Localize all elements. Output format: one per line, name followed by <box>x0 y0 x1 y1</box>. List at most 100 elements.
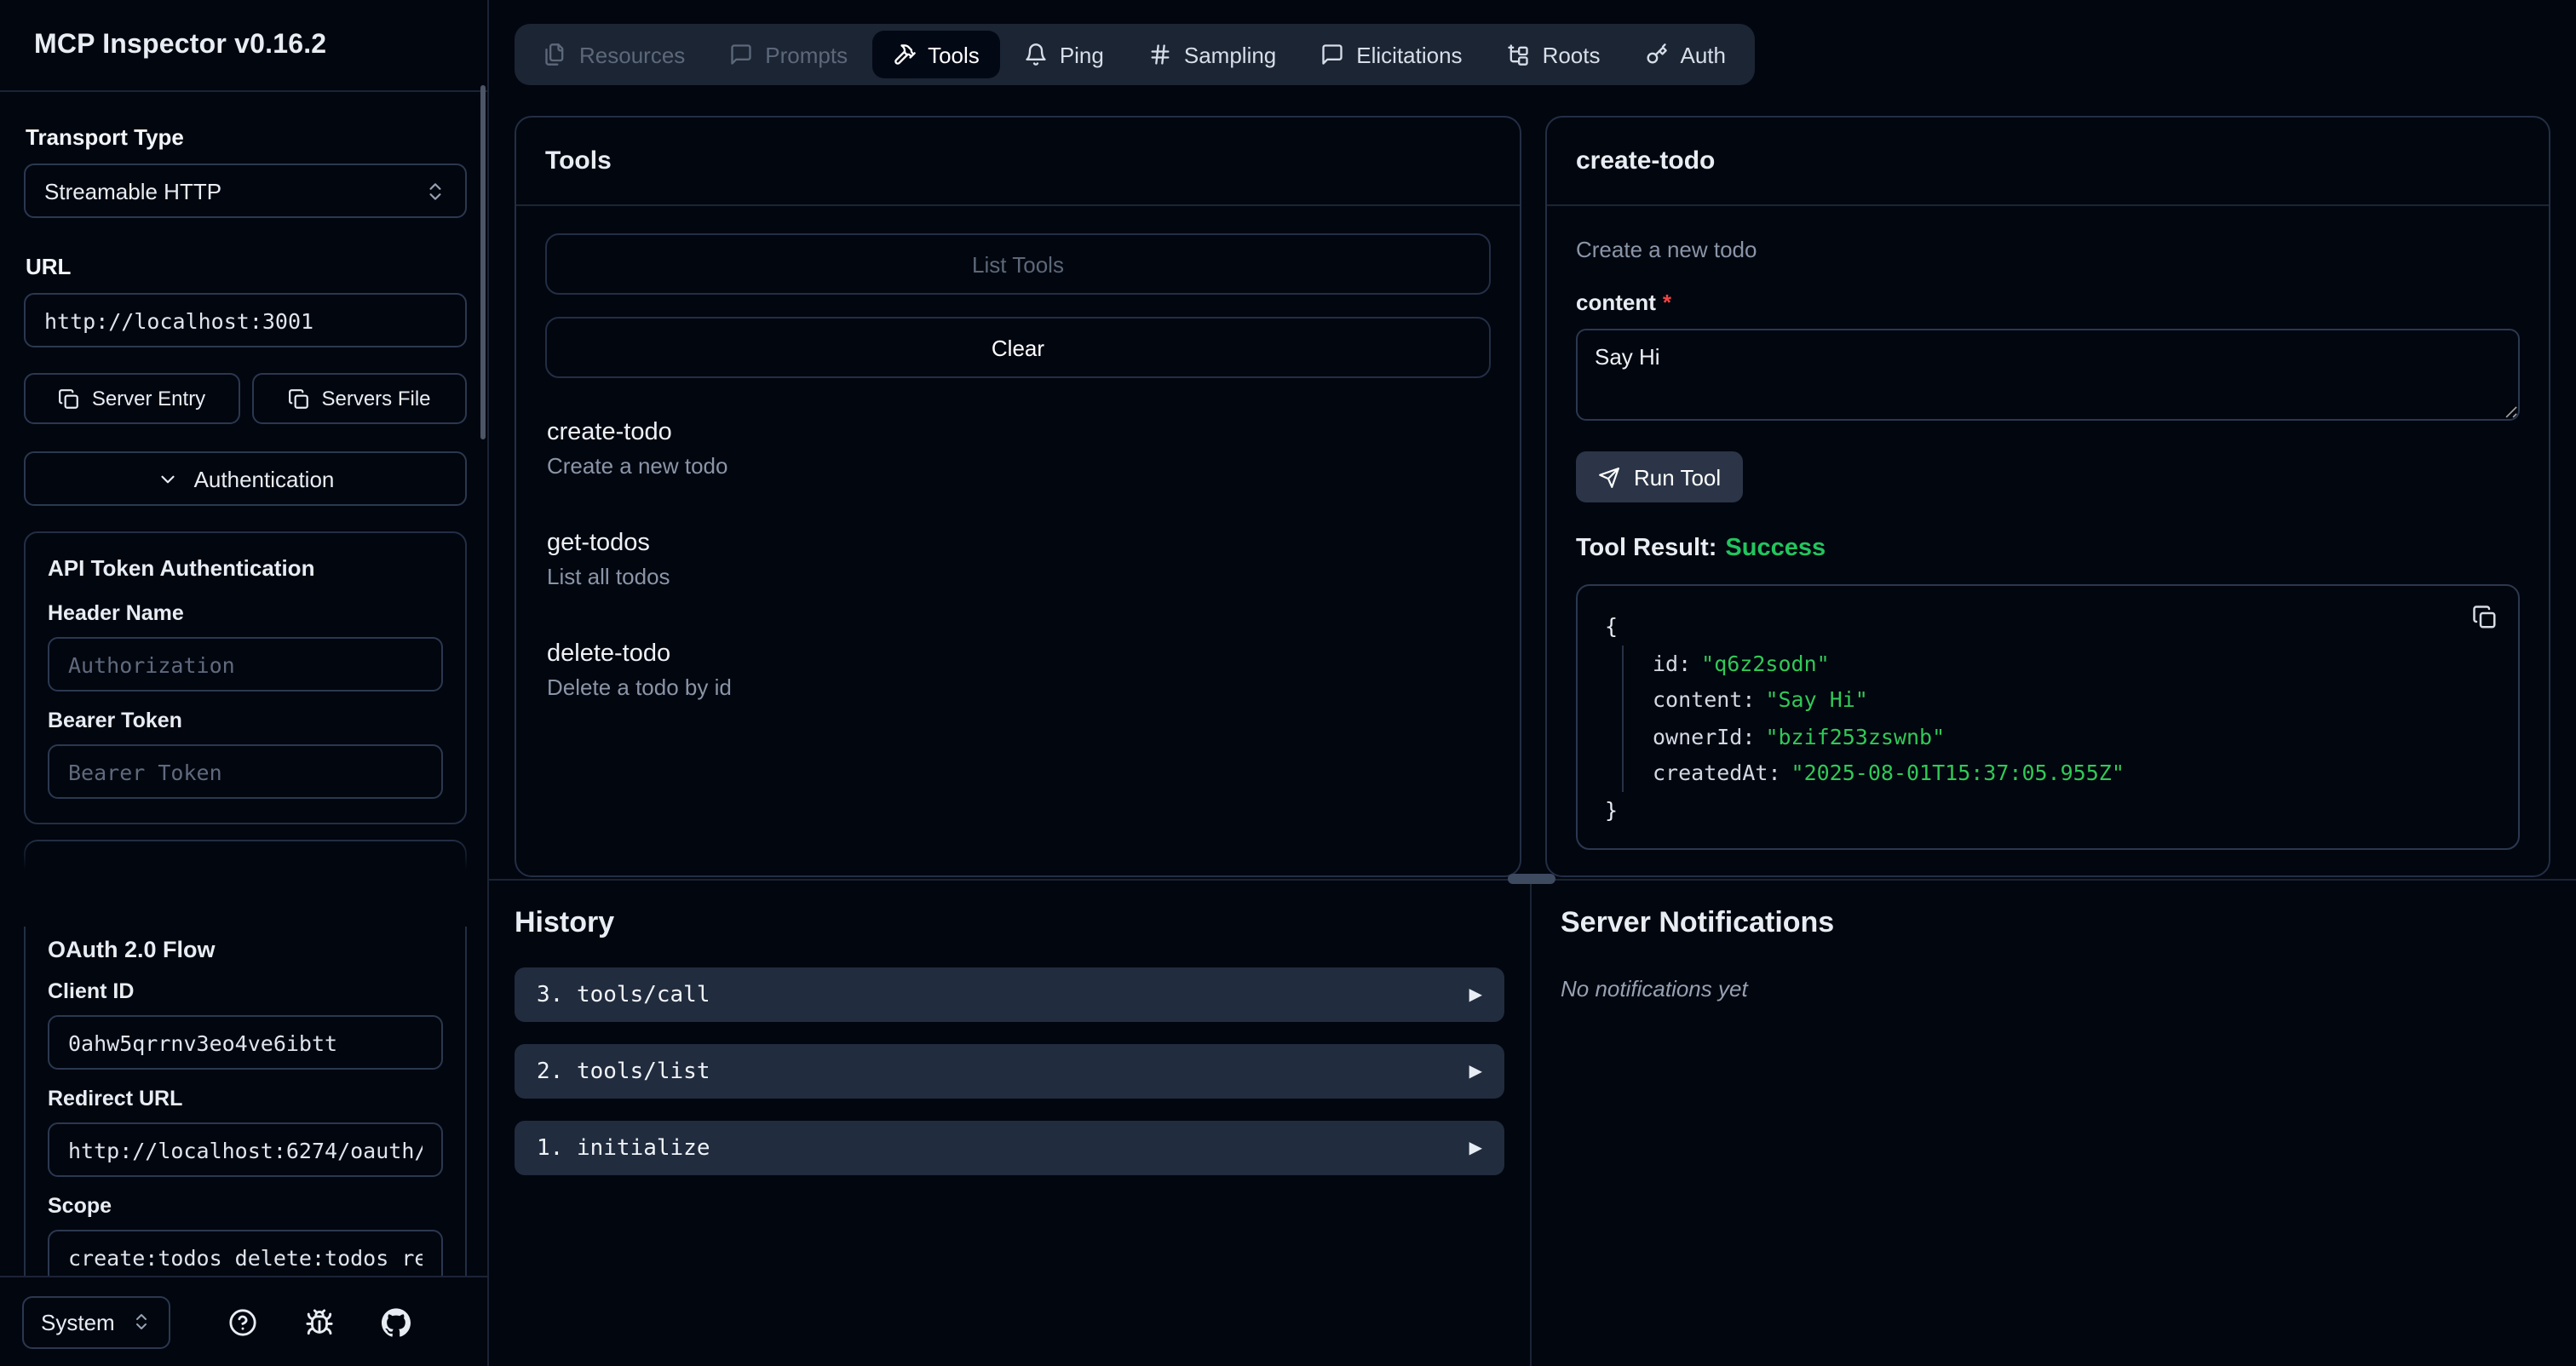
transport-type-value: Streamable HTTP <box>44 178 221 204</box>
header-name-input[interactable] <box>68 651 423 677</box>
tool-name: delete-todo <box>547 640 1489 668</box>
json-row: createdAt:"2025-08-01T15:37:05.955Z" <box>1653 755 2491 791</box>
mcp-inspector-app: MCP Inspector v0.16.2 Transport Type Str… <box>0 0 2576 1366</box>
list-tools-button[interactable]: List Tools <box>545 233 1491 295</box>
scope-label: Scope <box>48 1194 443 1218</box>
servers-file-button[interactable]: Servers File <box>251 373 467 424</box>
redirect-url-input[interactable] <box>68 1137 423 1162</box>
tab-sampling[interactable]: Sampling <box>1128 31 1297 78</box>
sidebar-body: Transport Type Streamable HTTP URL Serve… <box>0 92 487 1276</box>
tabbar-row: Resources Prompts Tools Ping Sampling <box>489 0 2576 85</box>
github-button[interactable] <box>382 1307 411 1336</box>
tab-resources[interactable]: Resources <box>523 31 705 78</box>
message-square-icon <box>1320 43 1344 66</box>
json-key: content: <box>1653 686 1755 712</box>
json-key: id: <box>1653 650 1691 675</box>
notifications-empty-message: No notifications yet <box>1561 976 2576 1002</box>
tool-detail-description: Create a new todo <box>1576 237 2520 262</box>
tool-list-item-delete-todo[interactable]: delete-todo Delete a todo by id <box>545 630 1491 741</box>
tab-prompts[interactable]: Prompts <box>709 31 868 78</box>
json-value: "bzif253zswnb" <box>1765 723 1945 749</box>
server-entry-button[interactable]: Server Entry <box>24 373 239 424</box>
copy-icon <box>287 387 309 410</box>
key-icon <box>1645 43 1669 66</box>
tab-roots[interactable]: Roots <box>1486 31 1621 78</box>
theme-select-value: System <box>41 1309 115 1334</box>
api-token-auth-card: API Token Authentication Header Name Bea… <box>24 531 467 824</box>
tab-label: Roots <box>1543 42 1601 67</box>
tab-ping[interactable]: Ping <box>1003 31 1124 78</box>
history-row-tools-call[interactable]: 3. tools/call ▶ <box>515 967 1504 1022</box>
tool-detail-panel: create-todo Create a new todo content* S… <box>1545 116 2550 877</box>
json-value: "Say Hi" <box>1765 686 1867 712</box>
client-id-input[interactable] <box>68 1030 423 1055</box>
oauth-flow-card: OAuth 2.0 Flow Client ID Redirect URL Sc… <box>24 927 467 1276</box>
history-row-tools-list[interactable]: 2. tools/list ▶ <box>515 1044 1504 1099</box>
report-bug-button[interactable] <box>306 1307 335 1336</box>
horizontal-splitter <box>489 879 2576 881</box>
copy-buttons-row: Server Entry Servers File <box>24 373 467 424</box>
tab-auth[interactable]: Auth <box>1624 31 1747 78</box>
run-tool-button[interactable]: Run Tool <box>1576 451 1743 502</box>
tool-result-status: Success <box>1725 535 1826 562</box>
tab-elicitations[interactable]: Elicitations <box>1300 31 1482 78</box>
history-panel: History 3. tools/call ▶ 2. tools/list ▶ … <box>489 881 1532 1366</box>
chevron-down-icon <box>157 468 179 490</box>
tools-panel-body: List Tools Clear create-todo Create a ne… <box>516 206 1520 875</box>
json-value: "q6z2sodn" <box>1701 650 1830 675</box>
tool-name: get-todos <box>547 530 1489 557</box>
tool-list-item-get-todos[interactable]: get-todos List all todos <box>545 519 1491 630</box>
expand-arrow-icon: ▶ <box>1469 1139 1482 1157</box>
json-row: content: "Say Hi" <box>1653 681 2491 718</box>
tool-list-item-create-todo[interactable]: create-todo Create a new todo <box>545 409 1491 519</box>
bearer-token-field-wrap <box>48 744 443 799</box>
theme-select[interactable]: System <box>22 1295 171 1348</box>
app-title: MCP Inspector v0.16.2 <box>34 30 326 60</box>
message-square-icon <box>729 43 753 66</box>
client-id-field-wrap <box>48 1015 443 1070</box>
content-textarea[interactable]: Say Hi <box>1576 329 2520 421</box>
transport-type-select[interactable]: Streamable HTTP <box>24 164 467 218</box>
tool-detail-body: Create a new todo content* Say Hi Run To… <box>1547 206 2549 875</box>
json-rows: id: "q6z2sodn" content: "Say Hi" ownerId: "… <box>1622 645 2491 791</box>
json-key: ownerId: <box>1653 723 1755 749</box>
content-field-label: content* <box>1576 290 2520 315</box>
json-close-brace: } <box>1605 791 2491 828</box>
json-key: createdAt: <box>1653 760 1781 785</box>
send-icon <box>1598 466 1620 488</box>
url-label: URL <box>26 254 467 279</box>
tab-label: Auth <box>1681 42 1727 67</box>
footer-icons <box>229 1307 411 1336</box>
api-token-auth-title: API Token Authentication <box>48 555 443 581</box>
tool-detail-title: create-todo <box>1547 118 2549 206</box>
help-circle-icon <box>229 1307 258 1336</box>
scope-input[interactable] <box>68 1244 423 1270</box>
help-button[interactable] <box>229 1307 258 1336</box>
tool-description: Delete a todo by id <box>547 674 1489 700</box>
top-panes: Tools List Tools Clear create-todo Creat… <box>489 85 2576 879</box>
tab-label: Prompts <box>765 42 848 67</box>
authentication-toggle[interactable]: Authentication <box>24 451 467 506</box>
tab-label: Ping <box>1060 42 1104 67</box>
run-tool-label: Run Tool <box>1634 464 1721 490</box>
tab-label: Tools <box>928 42 980 67</box>
tab-tools[interactable]: Tools <box>871 31 1000 78</box>
transport-type-label: Transport Type <box>26 124 467 150</box>
sidebar-footer: System <box>0 1276 487 1366</box>
json-row: ownerId: "bzif253zswnb" <box>1653 718 2491 755</box>
history-row-label: 2. tools/list <box>537 1059 710 1084</box>
tools-panel-title: Tools <box>516 118 1520 206</box>
main-area: Resources Prompts Tools Ping Sampling <box>489 0 2576 1366</box>
hammer-icon <box>892 43 916 66</box>
url-input[interactable] <box>44 307 446 333</box>
splitter-drag-handle[interactable] <box>1508 874 1555 884</box>
copy-result-button[interactable] <box>2472 605 2498 630</box>
bearer-token-input[interactable] <box>68 759 423 784</box>
bell-icon <box>1024 43 1048 66</box>
clear-button[interactable]: Clear <box>545 317 1491 378</box>
history-row-initialize[interactable]: 1. initialize ▶ <box>515 1121 1504 1175</box>
sidebar-scrollbar-thumb[interactable] <box>480 85 486 439</box>
header-name-label: Header Name <box>48 601 443 625</box>
client-id-label: Client ID <box>48 979 443 1003</box>
servers-file-label: Servers File <box>321 387 430 410</box>
